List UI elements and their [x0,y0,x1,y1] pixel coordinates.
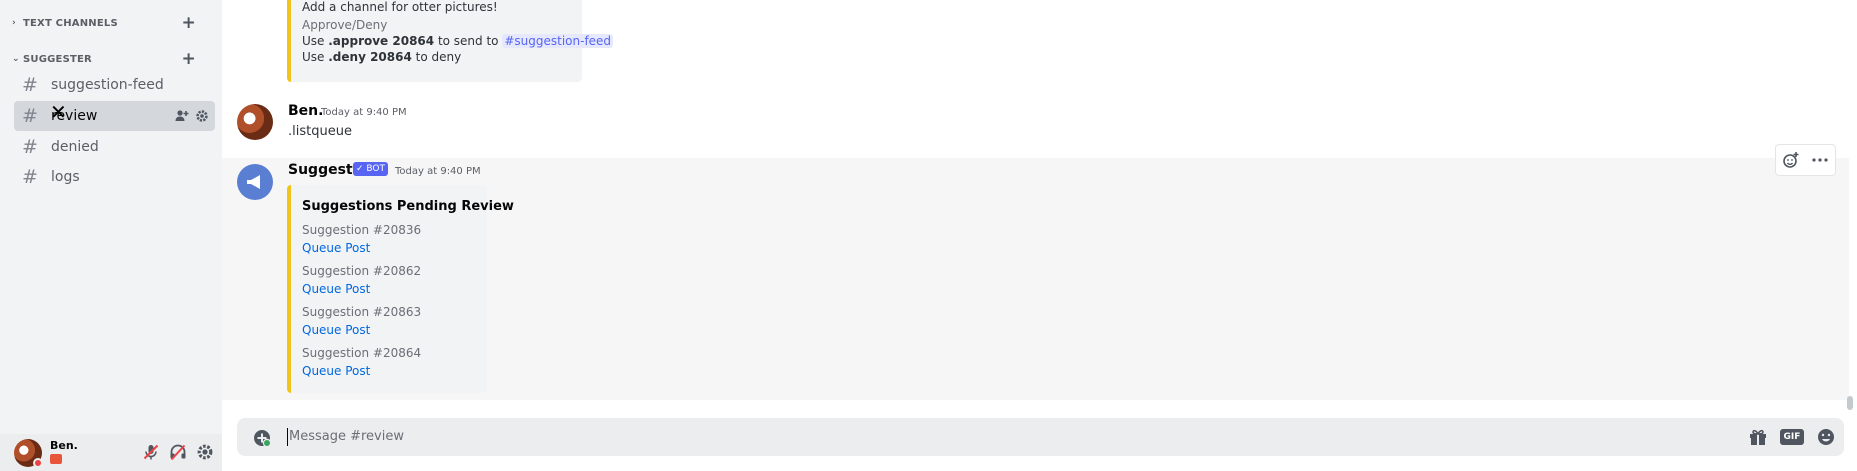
message-timestamp: Today at 9:40 PM [395,166,481,177]
category-text-channels[interactable]: › TEXT CHANNELS + [12,15,210,32]
scrollbar[interactable] [1847,396,1853,410]
chat-area: Add a channel for otter pictures! Approv… [222,0,1857,471]
add-reaction-icon[interactable] [1782,151,1800,169]
embed-text: to deny [411,50,462,64]
embed-text: Use [302,50,329,64]
channel-review[interactable]: # review [14,101,215,131]
chevron-right-icon: › [12,18,16,28]
suggestion-id: Suggestion #20862 [302,264,422,278]
mic-muted-icon[interactable] [142,443,160,461]
channel-logs[interactable]: # logs [14,162,215,192]
embed-approve-line: Use .approve 20864 to send to #suggestio… [302,34,614,48]
user-panel: Ben. [0,434,222,471]
queue-post-link[interactable]: Queue Post [302,364,370,378]
deny-command: .deny 20864 [328,50,412,64]
queue-post-link[interactable]: Queue Post [302,323,370,337]
approve-command: .approve 20864 [328,34,435,48]
suggestion-id: Suggestion #20863 [302,305,422,319]
headphones-muted-icon[interactable] [169,443,187,461]
message-timestamp: Today at 9:40 PM [321,107,407,118]
channel-suggestion-feed[interactable]: # suggestion-feed [14,70,215,100]
message-actions-toolbar [1775,144,1836,176]
embed-deny-line: Use .deny 20864 to deny [302,50,461,64]
add-channel-icon[interactable]: + [182,51,196,68]
channel-sidebar: › TEXT CHANNELS + ⌄ SUGGESTER + # sugges… [0,0,222,471]
gift-icon[interactable] [1748,427,1768,447]
embed-field-label: Approve/Deny [302,18,388,32]
message-text: .listqueue [288,124,352,139]
plus-circle-icon[interactable] [252,428,272,448]
category-label: TEXT CHANNELS [23,17,118,29]
gear-icon[interactable] [196,443,214,461]
hash-icon: # [22,74,38,96]
hash-icon: # [22,105,38,127]
suggestion-embed: Add a channel for otter pictures! Approv… [287,0,614,82]
message-author[interactable]: Ben. [288,103,323,119]
bot-badge: ✓ BOT [353,162,388,176]
channel-label: logs [51,169,80,185]
bot-avatar[interactable] [237,164,273,200]
category-label: SUGGESTER [23,53,92,65]
queue-post-link[interactable]: Queue Post [302,241,370,255]
embed-title: Suggestions Pending Review [302,199,514,214]
embed-text: Add a channel for otter pictures! [302,0,498,14]
channel-mention[interactable]: #suggestion-feed [502,34,614,48]
channel-label: denied [51,139,99,155]
channel-label: suggestion-feed [51,77,164,93]
channel-denied[interactable]: # denied [14,132,215,162]
hash-icon: # [22,166,38,188]
pending-review-embed: Suggestions Pending Review Suggestion #2… [287,185,514,393]
text-caret [287,428,288,446]
embed-text: Use [302,34,329,48]
add-member-icon[interactable] [175,109,189,123]
add-channel-icon[interactable]: + [182,15,196,32]
chevron-down-icon: ⌄ [12,54,20,64]
discord-window: › TEXT CHANNELS + ⌄ SUGGESTER + # sugges… [0,0,1857,471]
gif-icon[interactable]: GIF [1780,429,1804,445]
queue-post-link[interactable]: Queue Post [302,282,370,296]
message-input[interactable]: Message #review [289,429,404,444]
username: Ben. [50,439,78,452]
avatar[interactable] [237,104,273,140]
category-suggester[interactable]: ⌄ SUGGESTER + [12,51,210,68]
mouse-cursor: ✕ [50,100,67,124]
megaphone-icon [247,175,260,189]
more-icon[interactable] [1811,151,1829,169]
gear-icon[interactable] [195,109,209,123]
suggestion-id: Suggestion #20836 [302,223,422,237]
emoji-icon[interactable] [1816,427,1836,447]
embed-text: to send to [434,34,503,48]
dnd-status-icon [33,458,43,468]
suggestion-id: Suggestion #20864 [302,346,422,360]
custom-status-icon [50,454,62,464]
hash-icon: # [22,136,38,158]
message-composer[interactable]: Message #review GIF [237,418,1844,456]
